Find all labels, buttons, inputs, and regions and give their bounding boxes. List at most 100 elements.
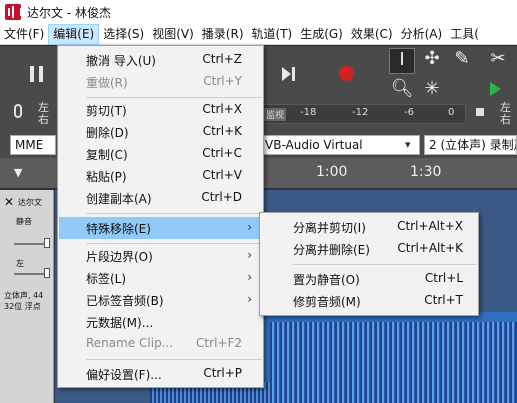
recording-channels-select[interactable]: 2 (立体声) 录制声 <box>424 135 517 155</box>
menu-item-shortcut: Ctrl+K <box>202 124 242 138</box>
meter-tick: -6 <box>404 107 414 118</box>
menu-item-label: 删除(D) <box>86 126 129 140</box>
menu-analyze[interactable]: 分析(A) <box>397 24 447 45</box>
menu-item-shortcut: Ctrl+P <box>203 366 242 380</box>
envelope-tool-icon[interactable]: ✣ <box>419 48 445 74</box>
menu-item-label: Rename Clip... <box>86 336 174 350</box>
menu-item-shortcut: Ctrl+F2 <box>196 336 242 350</box>
menu-edit[interactable]: 编辑(E) <box>48 23 100 45</box>
menu-item-shortcut: Ctrl+Alt+K <box>397 241 463 255</box>
ruler-time-label: 1:30 <box>410 164 442 180</box>
tools-panel: I ✣ ✎ ✂ 🔍︎ ✳ <box>387 46 517 106</box>
pan-slider[interactable] <box>14 273 48 275</box>
menu-item-split-cut[interactable]: 分离并剪切(I) Ctrl+Alt+X <box>261 216 477 238</box>
menu-separator <box>293 264 477 265</box>
menu-separator <box>86 213 262 214</box>
menu-item-rename-clip[interactable]: Rename Clip... Ctrl+F2 <box>59 333 262 355</box>
selection-tool-icon[interactable]: I <box>389 48 415 74</box>
submenu-arrow-icon: › <box>247 248 252 262</box>
menu-item-remove-special[interactable]: 特殊移除(E) › <box>59 217 262 239</box>
menu-item-clip-boundaries[interactable]: 片段边界(O) › <box>59 245 262 267</box>
draw-tool-icon[interactable]: ✎ <box>449 48 475 74</box>
menu-item-label: 创建副本(A) <box>86 192 152 206</box>
multi-tool-icon[interactable]: ✳ <box>419 78 445 104</box>
menu-item-label: 重做(R) <box>86 76 128 90</box>
menu-item-shortcut: Ctrl+T <box>424 293 463 307</box>
menu-bar: 文件(F) 编辑(E) 选择(S) 视图(V) 播录(R) 轨道(T) 生成(G… <box>0 23 517 45</box>
menu-item-shortcut: Ctrl+Y <box>203 74 242 88</box>
menu-view[interactable]: 视图(V) <box>148 24 198 45</box>
pause-icon[interactable] <box>30 66 44 82</box>
menu-item-label: 元数据(M)... <box>86 316 154 330</box>
close-icon[interactable]: ✕ <box>4 195 14 209</box>
menu-item-shortcut: Ctrl+C <box>202 146 242 160</box>
menu-item-labels[interactable]: 标签(L) › <box>59 267 262 289</box>
menu-item-label: 撤消 导入(U) <box>86 54 156 68</box>
menu-item-shortcut: Ctrl+Alt+X <box>397 219 463 233</box>
menu-item-label: 修剪音频(M) <box>293 295 361 309</box>
audacity-app-icon <box>5 4 22 20</box>
menu-item-silence-audio[interactable]: 置为静音(O) Ctrl+L <box>261 268 477 290</box>
menu-item-label: 复制(C) <box>86 148 128 162</box>
menu-item-trim-audio[interactable]: 修剪音频(M) Ctrl+T <box>261 290 477 312</box>
playback-meter-channel-labels: 左右 <box>500 101 511 126</box>
menu-item-cut[interactable]: 剪切(T) Ctrl+X <box>59 99 262 121</box>
menu-item-label: 分离并删除(E) <box>293 243 370 257</box>
menu-item-paste[interactable]: 粘贴(P) Ctrl+V <box>59 165 262 187</box>
menu-transport[interactable]: 播录(R) <box>198 24 248 45</box>
menu-item-labeled-audio[interactable]: 已标签音频(B) › <box>59 289 262 311</box>
menu-item-redo[interactable]: 重做(R) Ctrl+Y <box>59 71 262 93</box>
menu-separator <box>86 243 262 244</box>
zoom-tool-icon[interactable]: 🔍︎ <box>389 78 415 104</box>
microphone-icon <box>14 104 22 118</box>
waveform <box>270 322 517 403</box>
menu-generate[interactable]: 生成(G) <box>296 24 347 45</box>
menu-item-label: 剪切(T) <box>86 104 127 118</box>
menu-tools[interactable]: 工具( <box>446 24 483 45</box>
gain-slider[interactable] <box>14 243 48 245</box>
menu-item-label: 已标签音频(B) <box>86 294 164 308</box>
menu-item-label: 标签(L) <box>86 272 127 286</box>
menu-item-undo[interactable]: 撤消 导入(U) Ctrl+Z <box>59 49 262 71</box>
record-icon[interactable] <box>339 66 354 81</box>
menu-item-shortcut: Ctrl+V <box>202 168 242 182</box>
menu-item-label: 置为静音(O) <box>293 273 360 287</box>
menu-item-shortcut: Ctrl+X <box>202 102 242 116</box>
monitor-tag[interactable]: 监视 <box>264 108 287 121</box>
menu-item-duplicate[interactable]: 创建副本(A) Ctrl+D <box>59 187 262 209</box>
menu-item-label: 分离并剪切(I) <box>293 221 366 235</box>
title-bar: 达尔文 - 林俊杰 <box>0 0 517 24</box>
menu-item-metadata[interactable]: 元数据(M)... <box>59 311 262 333</box>
pan-slider-thumb[interactable] <box>44 268 50 278</box>
cut-icon[interactable]: ✂ <box>485 48 511 74</box>
meter-tick: -12 <box>352 107 369 118</box>
menu-separator <box>86 97 262 98</box>
menu-tracks[interactable]: 轨道(T) <box>248 24 297 45</box>
menu-select[interactable]: 选择(S) <box>99 24 148 45</box>
menu-item-preferences[interactable]: 偏好设置(F)... Ctrl+P <box>59 363 262 385</box>
skip-to-end-icon[interactable] <box>282 67 296 81</box>
menu-item-shortcut: Ctrl+D <box>201 190 242 204</box>
remove-special-submenu: 分离并剪切(I) Ctrl+Alt+X 分离并删除(E) Ctrl+Alt+K … <box>259 212 479 316</box>
track-name[interactable]: 达尔文 <box>18 197 42 208</box>
menu-item-delete[interactable]: 删除(D) Ctrl+K <box>59 121 262 143</box>
menu-item-label: 偏好设置(F)... <box>86 368 162 382</box>
submenu-arrow-icon: › <box>247 220 252 234</box>
track-format-info: 立体声, 44 32位 浮点 <box>4 291 44 311</box>
play-at-speed-icon[interactable] <box>490 82 501 96</box>
audio-host-select[interactable]: MME <box>10 135 56 155</box>
chevron-down-icon[interactable]: ▾ <box>405 138 411 151</box>
gain-slider-thumb[interactable] <box>44 238 50 248</box>
meter-tick: -18 <box>300 107 317 118</box>
menu-file[interactable]: 文件(F) <box>0 24 48 45</box>
menu-item-label: 粘贴(P) <box>86 170 127 184</box>
menu-item-split-delete[interactable]: 分离并删除(E) Ctrl+Alt+K <box>261 238 477 260</box>
menu-item-label: 片段边界(O) <box>86 250 153 264</box>
timeline-options-icon[interactable]: ▼ <box>14 166 22 179</box>
menu-item-label: 特殊移除(E) <box>86 222 151 236</box>
playback-device-select[interactable]: VB-Audio Virtual <box>260 135 420 155</box>
submenu-arrow-icon: › <box>247 270 252 284</box>
menu-item-copy[interactable]: 复制(C) Ctrl+C <box>59 143 262 165</box>
edit-menu: 撤消 导入(U) Ctrl+Z 重做(R) Ctrl+Y 剪切(T) Ctrl+… <box>57 45 264 388</box>
menu-effect[interactable]: 效果(C) <box>347 24 397 45</box>
